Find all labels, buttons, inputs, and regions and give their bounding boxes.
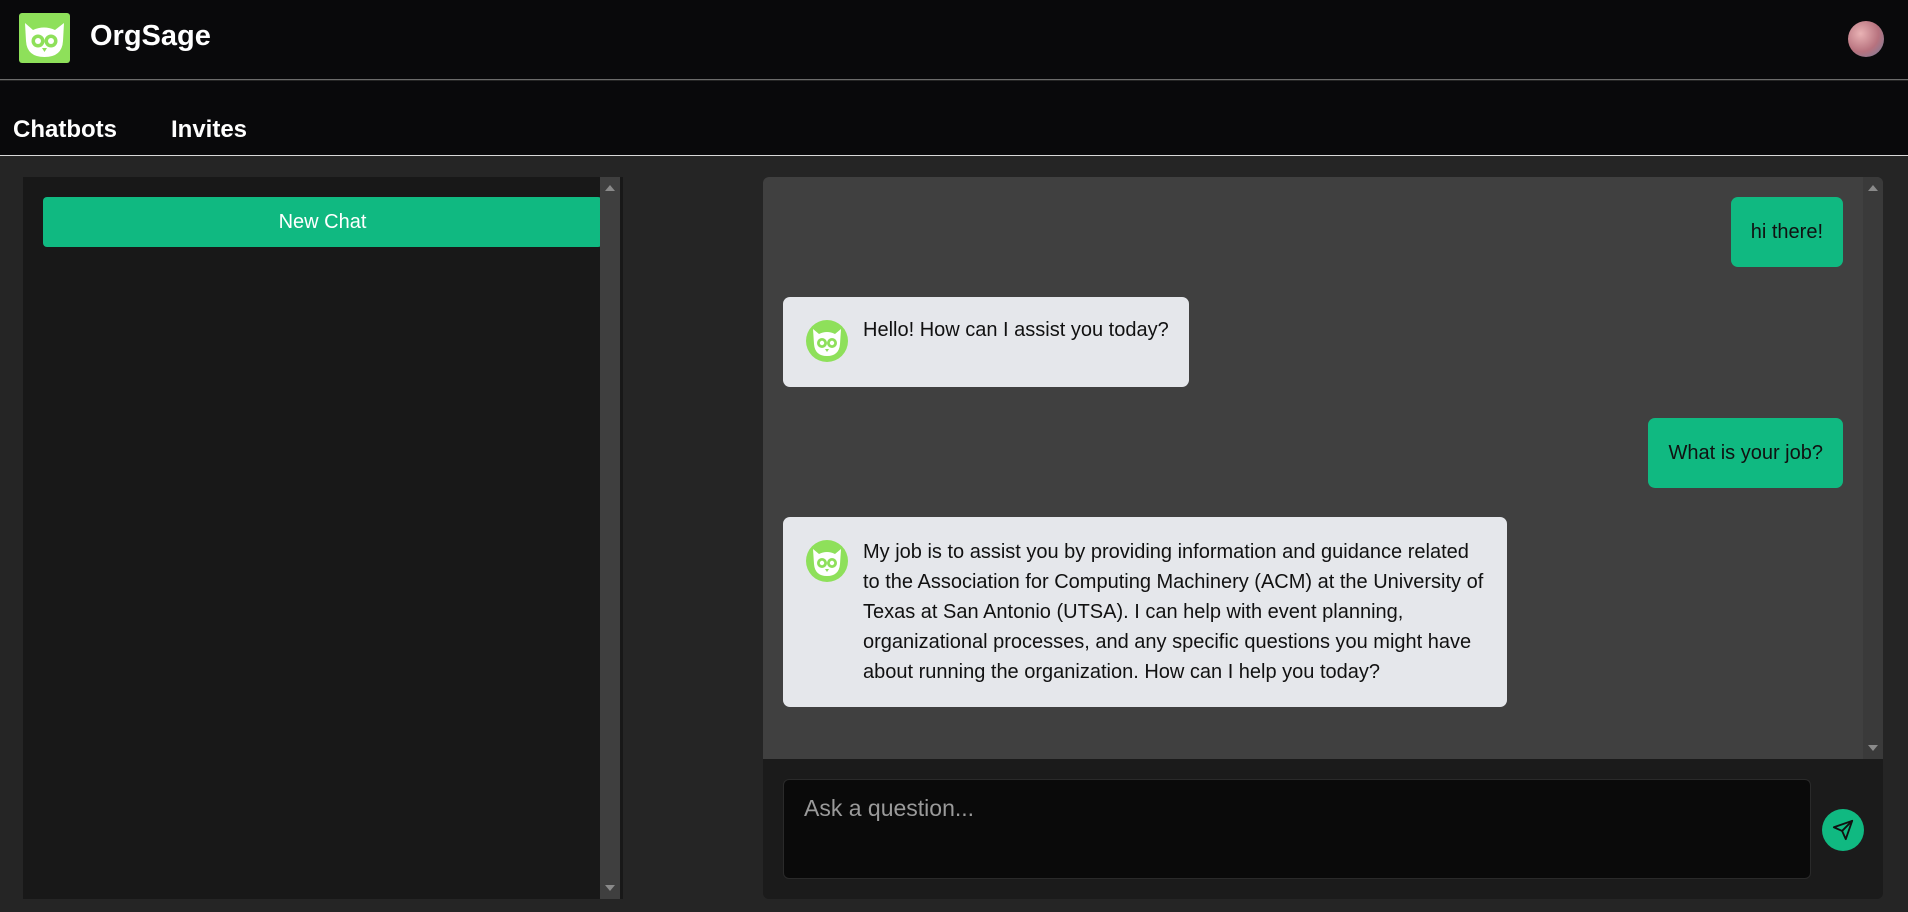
scroll-up-arrow-icon[interactable] <box>1868 185 1878 191</box>
scroll-up-arrow-icon[interactable] <box>605 185 615 191</box>
bot-message-text: My job is to assist you by providing inf… <box>863 541 1484 683</box>
chat-history-sidebar: New Chat <box>23 177 623 899</box>
scroll-down-arrow-icon[interactable] <box>1868 745 1878 751</box>
bot-message: My job is to assist you by providing inf… <box>783 517 1507 707</box>
new-chat-button[interactable]: New Chat <box>43 197 602 247</box>
sidebar-scrollbar[interactable] <box>600 177 620 899</box>
scroll-down-arrow-icon[interactable] <box>605 885 615 891</box>
top-bar: OrgSage <box>0 0 1908 80</box>
chat-panel: hi there! Hello! How can I assist you to… <box>763 177 1883 899</box>
bot-owl-icon <box>806 320 848 362</box>
nav-chatbots[interactable]: Chatbots <box>13 116 117 144</box>
bot-message-text: Hello! How can I assist you today? <box>863 319 1169 341</box>
user-message: hi there! <box>1730 197 1843 267</box>
bot-message: Hello! How can I assist you today? <box>783 297 1189 387</box>
bot-owl-icon <box>806 540 848 582</box>
send-button[interactable] <box>1822 809 1864 851</box>
nav-invites[interactable]: Invites <box>171 116 247 144</box>
message-list: hi there! Hello! How can I assist you to… <box>763 177 1883 759</box>
brand-title: OrgSage <box>90 20 211 52</box>
messages-scrollbar[interactable] <box>1863 177 1883 759</box>
send-icon <box>1832 819 1854 841</box>
user-avatar[interactable] <box>1848 21 1884 57</box>
question-input[interactable] <box>783 779 1811 879</box>
owl-icon[interactable] <box>19 13 70 63</box>
user-message: What is your job? <box>1648 418 1843 488</box>
nav-bar: Chatbots Invites <box>0 81 1908 156</box>
